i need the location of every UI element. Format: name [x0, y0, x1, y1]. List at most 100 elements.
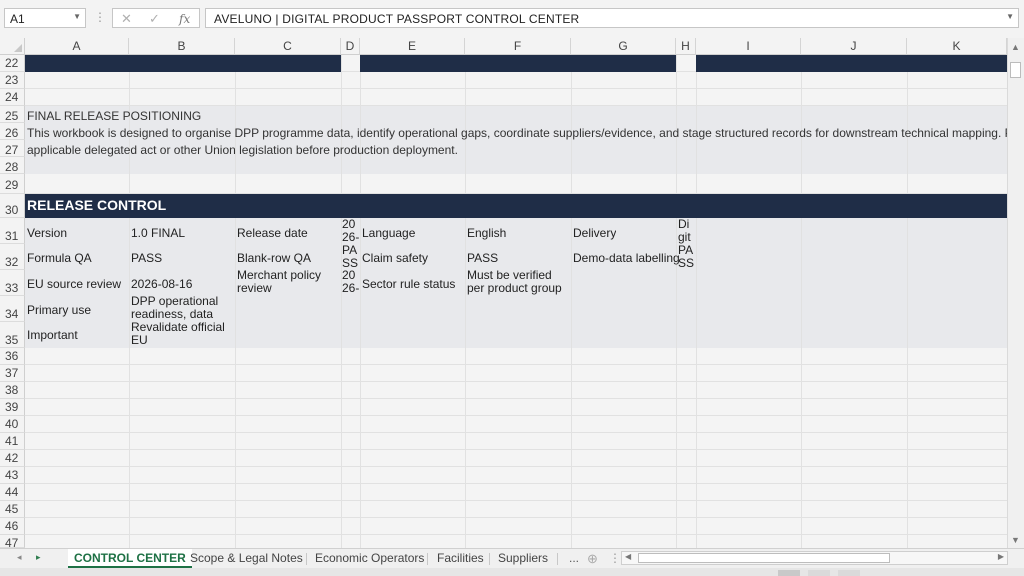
positioning-title[interactable]: FINAL RELEASE POSITIONING	[27, 109, 201, 123]
column-header-b[interactable]: B	[129, 38, 235, 55]
column-header-a[interactable]: A	[25, 38, 129, 55]
row-header-22[interactable]: 22	[0, 55, 25, 72]
close-icon[interactable]: ✕	[121, 11, 132, 27]
row-header-27[interactable]: 27	[0, 140, 25, 157]
release-control-title: RELEASE CONTROL	[27, 197, 167, 213]
cell-h31[interactable]: Di git	[678, 218, 695, 244]
tab-control-center[interactable]: CONTROL CENTER	[68, 549, 192, 568]
cell-c33[interactable]: Merchant policy review	[237, 269, 337, 295]
row-header-32[interactable]: 32	[0, 244, 25, 270]
cell-h32[interactable]: PA SS	[678, 244, 695, 270]
row-header-33[interactable]: 33	[0, 270, 25, 296]
function-icon[interactable]: fx	[179, 12, 190, 26]
cell-b33[interactable]: 2026-08-16	[131, 277, 192, 291]
tab-economic-operators[interactable]: Economic Operators	[309, 549, 430, 568]
normal-view-icon[interactable]	[778, 570, 800, 576]
row-header-44[interactable]: 44	[0, 484, 25, 501]
cell-d32[interactable]: PA SS	[342, 244, 359, 270]
column-header-f[interactable]: F	[465, 38, 571, 55]
row-header-34[interactable]: 34	[0, 296, 25, 322]
chevron-down-icon[interactable]: ▼	[73, 12, 81, 21]
page-layout-icon[interactable]	[808, 570, 830, 576]
arrow-up-icon[interactable]: ▲	[1011, 42, 1020, 52]
row-header-46[interactable]: 46	[0, 518, 25, 535]
row-header-36[interactable]: 36	[0, 348, 25, 365]
column-header-k[interactable]: K	[907, 38, 1007, 55]
row-header-31[interactable]: 31	[0, 218, 25, 244]
cell-a31[interactable]: Version	[27, 226, 67, 240]
cell-c31[interactable]: Release date	[237, 226, 308, 240]
column-header-d[interactable]: D	[341, 38, 360, 55]
row-header-29[interactable]: 29	[0, 174, 25, 194]
column-header-e[interactable]: E	[360, 38, 465, 55]
row-header-41[interactable]: 41	[0, 433, 25, 450]
cell-a34[interactable]: Primary use	[27, 303, 91, 317]
tab-suppliers[interactable]: Suppliers	[492, 549, 554, 568]
row-header-24[interactable]: 24	[0, 89, 25, 106]
row-header-26[interactable]: 26	[0, 123, 25, 140]
row-header-47[interactable]: 47	[0, 535, 25, 548]
header-bar-i-k	[696, 55, 1007, 72]
cell-b35[interactable]: Revalidate official EU technical/product…	[131, 321, 235, 347]
tab-facilities[interactable]: Facilities	[431, 549, 490, 568]
row-header-30[interactable]: 30	[0, 194, 25, 218]
horizontal-scrollbar[interactable]: ◀ ▶	[621, 551, 1008, 565]
cell-f32[interactable]: PASS	[467, 251, 498, 265]
plus-circle-icon[interactable]: ⊕	[587, 551, 598, 567]
cell-d33[interactable]: 20 26-	[342, 269, 359, 295]
row-header-25[interactable]: 25	[0, 106, 25, 123]
arrow-down-icon[interactable]: ▼	[1011, 535, 1020, 545]
row-header-45[interactable]: 45	[0, 501, 25, 518]
column-header-i[interactable]: I	[696, 38, 801, 55]
column-header-h[interactable]: H	[676, 38, 696, 55]
column-header-j[interactable]: J	[801, 38, 907, 55]
vertical-scrollbar[interactable]: ▲ ▼	[1007, 38, 1024, 549]
arrow-right-icon[interactable]: ▶	[998, 552, 1004, 561]
positioning-line-1[interactable]: This workbook is designed to organise DP…	[27, 126, 1007, 140]
select-all-corner[interactable]	[0, 38, 25, 55]
cell-c32[interactable]: Blank-row QA	[237, 251, 311, 265]
cell-grid[interactable]: FINAL RELEASE POSITIONING This workbook …	[25, 55, 1007, 548]
tab-scroll-right-icon[interactable]: ▸	[36, 552, 41, 563]
row-header-43[interactable]: 43	[0, 467, 25, 484]
row-header-37[interactable]: 37	[0, 365, 25, 382]
name-box[interactable]: A1 ▼	[4, 8, 86, 28]
cell-b31[interactable]: 1.0 FINAL	[131, 226, 185, 240]
cell-e32[interactable]: Claim safety	[362, 251, 428, 265]
tab-more[interactable]: ...	[563, 549, 585, 568]
horizontal-scroll-thumb[interactable]	[638, 553, 890, 563]
row-header-35[interactable]: 35	[0, 322, 25, 348]
cell-f31[interactable]: English	[467, 226, 506, 240]
row-header-39[interactable]: 39	[0, 399, 25, 416]
row-header-42[interactable]: 42	[0, 450, 25, 467]
cell-a32[interactable]: Formula QA	[27, 251, 92, 265]
column-header-c[interactable]: C	[235, 38, 341, 55]
positioning-line-2[interactable]: applicable delegated act or other Union …	[27, 143, 458, 157]
vertical-scroll-thumb[interactable]	[1010, 62, 1021, 78]
check-icon[interactable]: ✓	[149, 11, 160, 27]
row-header-38[interactable]: 38	[0, 382, 25, 399]
row-header-28[interactable]: 28	[0, 157, 25, 174]
cell-f33[interactable]: Must be verified per product group	[467, 269, 569, 295]
column-header-g[interactable]: G	[571, 38, 676, 55]
tab-scope-legal-notes[interactable]: Scope & Legal Notes	[184, 549, 309, 568]
formula-text: AVELUNO | DIGITAL PRODUCT PASSPORT CONTR…	[214, 12, 580, 26]
cell-b32[interactable]: PASS	[131, 251, 162, 265]
release-control-header[interactable]: RELEASE CONTROL	[25, 194, 1007, 218]
chevron-down-icon[interactable]: ▼	[1006, 12, 1014, 21]
page-break-icon[interactable]	[838, 570, 860, 576]
cell-e33[interactable]: Sector rule status	[362, 277, 455, 291]
row-header-23[interactable]: 23	[0, 72, 25, 89]
cell-e31[interactable]: Language	[362, 226, 415, 240]
cell-a35[interactable]: Important	[27, 328, 78, 342]
cell-b34[interactable]: DPP operational readiness, data	[131, 295, 233, 321]
formula-input[interactable]: AVELUNO | DIGITAL PRODUCT PASSPORT CONTR…	[205, 8, 1019, 28]
tab-scroll-left-icon[interactable]: ◂	[17, 552, 22, 563]
formula-bar: A1 ▼ ⋮ ✕ ✓ fx AVELUNO | DIGITAL PRODUCT …	[0, 0, 1024, 36]
cell-g32[interactable]: Demo-data labelling	[573, 251, 680, 265]
cell-a33[interactable]: EU source review	[27, 277, 121, 291]
cell-d31[interactable]: 20 26-	[342, 218, 359, 244]
row-header-40[interactable]: 40	[0, 416, 25, 433]
cell-g31[interactable]: Delivery	[573, 226, 616, 240]
arrow-left-icon[interactable]: ◀	[625, 552, 631, 561]
